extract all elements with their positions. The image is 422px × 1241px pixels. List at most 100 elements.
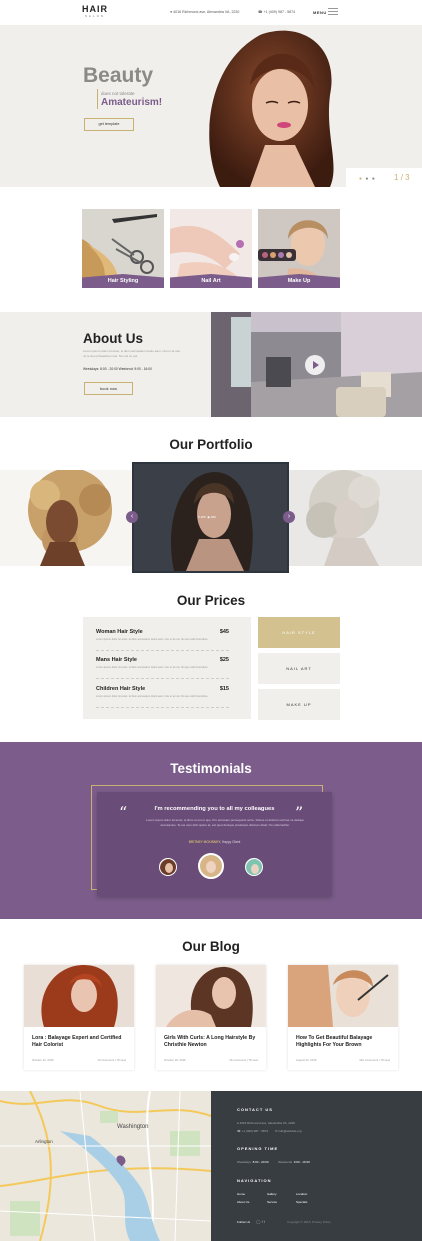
portfolio-next-arrow-icon[interactable]: › — [283, 511, 295, 523]
footer-address: ● 4016 Richmond ave, Alexandria VA, 2230 — [237, 1121, 295, 1125]
blog-meta: 10 comments | 78 view October 22, 2016 — [32, 1058, 126, 1062]
instagram-icon[interactable]: ◯ — [256, 1219, 260, 1224]
footer-nav-service[interactable]: Service — [267, 1200, 277, 1204]
contact-heading: CONTACT US — [237, 1107, 273, 1112]
blog-date: October 18, 2016 — [164, 1058, 186, 1062]
price-value: $25 — [219, 657, 229, 663]
twitter-icon[interactable]: t — [264, 1219, 265, 1224]
map-label: Arlington — [35, 1139, 53, 1144]
avatar[interactable] — [245, 858, 263, 876]
header-phone: ☎ +1 (409) 987 - 5874 — [258, 10, 296, 14]
location-map[interactable]: Washington Arlington — [0, 1091, 211, 1241]
hero-subtitle-small: does not tolerate — [101, 91, 135, 96]
blog-post-title[interactable]: Girls With Curls: A Long Hairstyle By Ch… — [164, 1035, 264, 1049]
hero-divider — [97, 89, 98, 109]
blog-title: Our Blog — [182, 939, 240, 954]
about-section — [0, 312, 211, 417]
blog-image — [288, 965, 398, 1027]
blog-stats: 10 comments | 78 view — [97, 1058, 126, 1062]
blog-image — [156, 965, 266, 1027]
slider-nav — [346, 168, 422, 187]
hero-subtitle: Amateurism! — [101, 97, 163, 108]
weekdays-hours: Weekdays 8:00 - 20:00 — [237, 1160, 269, 1164]
footer-email[interactable]: ✉ info@website.org — [275, 1129, 302, 1133]
blog-post-title[interactable]: Lora : Balayage Expert and Certified Hai… — [32, 1035, 132, 1049]
price-value: $45 — [219, 629, 229, 635]
blog-card[interactable]: Lora : Balayage Expert and Certified Hai… — [24, 965, 134, 1070]
blog-stats: 342 Comments | 78 view — [359, 1058, 390, 1062]
hero-slider: Beauty does not tolerate Amateurism! get… — [0, 25, 422, 187]
footer-nav-gallery[interactable]: Gallery — [267, 1192, 277, 1196]
footer-info — [211, 1091, 422, 1241]
header: HAIR SALON ● 4016 Richmond ave, Alexandri… — [0, 0, 422, 25]
tab-nail-art[interactable]: NAIL ART — [258, 653, 340, 684]
phone-icon: ☎ — [258, 10, 263, 14]
avatar-active[interactable] — [198, 853, 224, 879]
portfolio-item-active[interactable]: ♥ 256 ◉ 486 — [132, 462, 289, 573]
location-pin-icon: ● — [237, 1121, 239, 1125]
footer-nav-specials[interactable]: Specials — [296, 1200, 307, 1204]
slider-dots[interactable]: ● ● ● — [359, 176, 376, 182]
testimonial-headline: I'm recommending you to all my colleague… — [154, 806, 275, 812]
service-card-hair-styling[interactable]: Hair Styling — [82, 209, 164, 288]
blog-card[interactable]: How To Get Beautiful Balayage Highlights… — [288, 965, 398, 1070]
blog-date: October 22, 2016 — [32, 1058, 54, 1062]
portfolio-curly-hair-image — [0, 470, 132, 566]
slider-dot[interactable]: ● — [372, 176, 376, 182]
social-links: ◯ f t — [256, 1219, 265, 1224]
service-card-make-up[interactable]: Make Up — [258, 209, 340, 288]
header-address: ● 4016 Richmond ave, Alexandria VA, 2230 — [170, 10, 240, 14]
portfolio-item[interactable] — [289, 470, 422, 566]
hours-heading: OPENING TIME — [237, 1146, 279, 1151]
portfolio-stats: ♥ 256 ◉ 486 — [198, 515, 216, 519]
blog-stats: 26 comments | 78 view — [229, 1058, 258, 1062]
portfolio-title: Our Portfolio — [169, 437, 253, 452]
navigation-heading: NAVIGATION — [237, 1178, 272, 1183]
footer-phone: ☎ +1 (409) 987 - 5874 — [237, 1129, 269, 1133]
get-template-button[interactable]: get template — [84, 118, 134, 131]
menu-label[interactable]: MENU — [313, 10, 327, 15]
about-text: Lorem ipsum dolor sit amet, te illum acc… — [83, 349, 181, 358]
footer-nav-location[interactable]: Location — [296, 1192, 307, 1196]
weekend-hours: Weekends 9:00 - 16:00 — [278, 1160, 310, 1164]
blog-card[interactable]: Girls With Curls: A Long Hairstyle By Ch… — [156, 965, 266, 1070]
salon-interior-video[interactable] — [211, 312, 422, 417]
price-row: Woman Hair Style $45 Lorem ipsum dolor s… — [96, 629, 229, 651]
price-name: Children Hair Style — [96, 686, 146, 692]
logo[interactable]: HAIR SALON — [82, 5, 108, 19]
map-graphic — [0, 1091, 211, 1241]
price-desc: Lorem ipsum dolor sit amet, te illum acc… — [96, 695, 208, 698]
play-video-icon[interactable] — [305, 355, 325, 375]
blog-meta: 26 comments | 78 view October 18, 2016 — [164, 1058, 258, 1062]
hamburger-menu-icon[interactable] — [328, 8, 338, 16]
testimonial-body: Lorem ipsum dolor sit amet, te illum ut … — [146, 818, 304, 827]
price-value: $15 — [219, 686, 229, 692]
avatar[interactable] — [159, 858, 177, 876]
testimonial-author: BRITNEY MCKINNEY, Happy Client — [188, 840, 241, 844]
hero-title: Beauty — [83, 64, 154, 87]
book-now-button[interactable]: book now — [84, 382, 133, 395]
hero-model-image — [209, 30, 334, 187]
slider-dot[interactable]: ● — [365, 176, 369, 182]
price-desc: Lorem ipsum dolor sit amet, te illum acc… — [96, 666, 208, 669]
price-row: Mans Hair Style $25 Lorem ipsum dolor si… — [96, 657, 229, 679]
tab-hair-style[interactable]: HAIR STYLE — [258, 617, 340, 648]
map-label: Washington — [117, 1124, 149, 1130]
price-name: Mans Hair Style — [96, 657, 137, 663]
blog-post-title[interactable]: How To Get Beautiful Balayage Highlights… — [296, 1035, 396, 1049]
facebook-icon[interactable]: f — [262, 1219, 263, 1224]
portfolio-prev-arrow-icon[interactable]: ‹ — [126, 511, 138, 523]
slider-dot-active[interactable]: ● — [359, 176, 363, 182]
footer-nav-about[interactable]: About Us — [237, 1200, 249, 1204]
copyright: Copyright © 2016. Privacy Policy — [287, 1220, 331, 1224]
follow-label: Follow Us — [237, 1220, 251, 1224]
phone-icon: ☎ — [237, 1129, 241, 1133]
footer-nav-home[interactable]: Home — [237, 1192, 245, 1196]
service-card-nail-art[interactable]: Nail Art — [170, 209, 252, 288]
portfolio-blonde-hair-image — [289, 470, 422, 566]
tab-make-up[interactable]: MAKE UP — [258, 689, 340, 720]
testimonials-title: Testimonials — [170, 761, 252, 776]
likes-count[interactable]: ♥ 256 — [198, 515, 206, 519]
prices-title: Our Prices — [176, 593, 246, 608]
portfolio-item[interactable] — [0, 470, 132, 566]
